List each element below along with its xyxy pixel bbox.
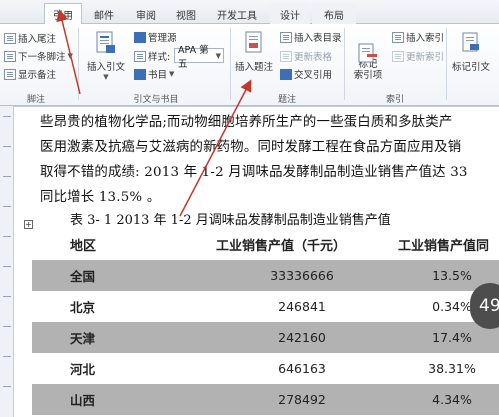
update-table-icon [280,50,292,62]
region-cell: 天津 [70,331,96,346]
table-caption: 表 3- 1 2013 年 1-2 月调味品发酵制品制造业销售产值 [70,213,391,228]
growth-cell: 38.31% [428,361,476,376]
table-row: 全国 33336666 13.5% [32,260,499,291]
insert-caption-icon [241,30,267,56]
tab-layout[interactable]: 布局 [312,4,356,24]
chevron-down-icon: ▼ [215,51,221,60]
header-region: 地区 [70,239,97,254]
chevron-down-icon: ▼ [67,52,73,60]
ribbon-panel: 插入尾注 下一条脚注 ▼ 显示备注 脚注 插入引文 ▼ 管理源 样式: APA … [0,24,499,106]
table-row: 天津 242160 17.4% [32,322,499,353]
citation-style-select[interactable]: APA 第五 ▼ [174,45,224,70]
table-row: 河北 646163 38.31% [32,353,499,384]
show-notes-icon [4,68,16,80]
value-cell: 242160 [278,330,326,345]
insert-index-icon [392,31,404,43]
group-separator [446,28,447,100]
mark-entry-icon [355,30,381,63]
group-separator [344,28,345,100]
page-number-badge: 49 [470,283,499,329]
paragraph-line: 取得不错的成绩: 2013 年 1-2 月调味品发酵制品制造业销售产值达 33 [40,165,468,180]
group-separator [230,28,231,100]
update-table-button[interactable]: 更新表格 [280,48,332,64]
next-footnote-icon [4,50,16,62]
chevron-down-icon: ▼ [169,70,175,78]
region-cell: 河北 [70,362,96,377]
header-sales-growth: 工业销售产值同 [398,239,490,254]
table-move-handle[interactable]: + [24,220,33,229]
tab-developer[interactable]: 开发工具 [208,4,266,24]
paragraph-line: 些昂贵的植物化学品;而动物细胞培养所生产的一些蛋白质和多肽类产 [40,115,453,130]
manage-sources-button[interactable]: 管理源 [134,29,177,45]
next-footnote-button[interactable]: 下一条脚注 ▼ [4,48,73,64]
value-cell: 33336666 [270,268,334,283]
tab-view[interactable]: 视图 [168,4,204,24]
table-header-row: 地区 工业销售产值（千元） 工业销售产值同 [32,229,499,260]
bibliography-button[interactable]: 书目 ▼ [134,66,174,82]
bibliography-icon [134,68,146,80]
table-row: 山西 278492 4.34% [32,384,499,415]
region-cell: 北京 [70,300,96,315]
manage-sources-icon [134,31,146,43]
growth-cell: 4.34% [432,392,472,407]
paragraph-line: 同比增长 13.5% 。 [40,190,161,205]
insert-toc-figures-button[interactable]: 插入表目录 [280,29,342,45]
region-cell: 全国 [70,269,96,284]
insert-index-button[interactable]: 插入索引 [392,29,444,45]
cross-reference-button[interactable]: 交叉引用 [280,66,332,82]
ruler-border [0,106,499,107]
group-separator [78,28,79,100]
group-label-captions: 题注 [277,95,296,105]
group-label-footnotes: 脚注 [26,95,45,105]
group-label-index: 索引 [385,95,404,105]
table-of-figures-icon [280,31,292,43]
show-notes-button[interactable]: 显示备注 [4,66,56,82]
insert-citation-icon [93,30,119,56]
tab-design[interactable]: 设计 [270,4,310,24]
mark-entry-button[interactable]: 标记 索引项 [346,26,390,86]
endnote-icon [4,32,16,44]
table-row: 北京 246841 0.34% [32,291,499,322]
update-index-button[interactable]: 更新索引 [392,48,444,64]
vertical-ruler [0,106,14,417]
insert-endnote-button[interactable]: 插入尾注 [4,30,56,46]
ribbon-tab-bar: 引用 邮件 审阅 视图 开发工具 设计 布局 [0,0,499,25]
value-cell: 646163 [278,361,326,376]
style-icon [134,50,146,62]
value-cell: 246841 [278,299,326,314]
value-cell: 278492 [278,392,326,407]
cross-reference-icon [280,68,292,80]
insert-caption-button[interactable]: 插入题注 [232,26,276,86]
chevron-down-icon: ▼ [103,73,109,81]
mark-citation-icon [458,30,484,56]
tab-review[interactable]: 审阅 [126,4,166,24]
header-sales-value: 工业销售产值（千元） [216,239,347,254]
style-label: 样式: [134,48,170,64]
group-label-citations: 引文与书目 [133,95,179,105]
update-index-icon [392,50,404,62]
insert-citation-button[interactable]: 插入引文 ▼ [84,26,128,86]
mark-citation-button[interactable]: 标记引文 [448,26,494,86]
region-cell: 山西 [70,393,96,408]
tab-references[interactable]: 引用 [44,3,82,25]
tab-mailings[interactable]: 邮件 [86,4,122,24]
paragraph-line: 医用激素及抗癌与艾滋病的新药物。同时发酵工程在食品方面应用及销 [40,140,462,155]
tab-home-partial[interactable] [0,4,44,24]
